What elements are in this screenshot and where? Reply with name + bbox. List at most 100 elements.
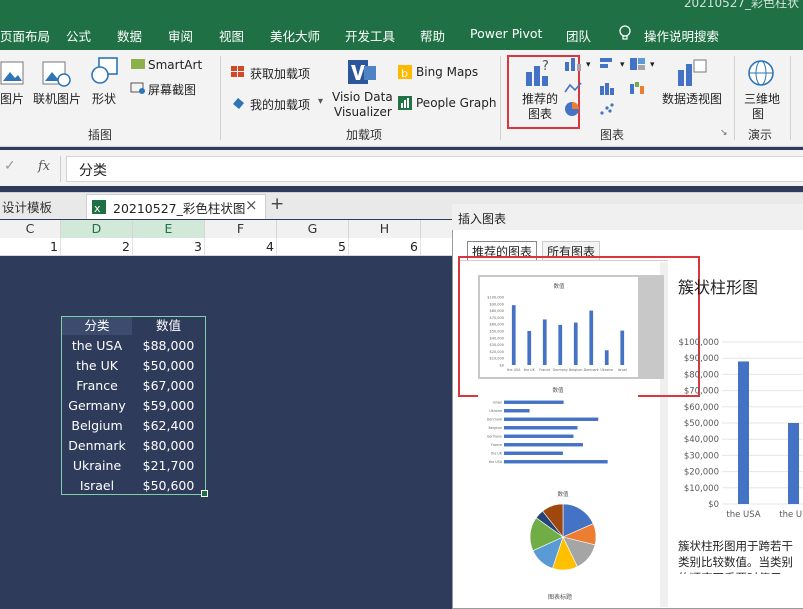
column-header-c[interactable]: C <box>0 220 61 238</box>
row-category[interactable]: Ukraine <box>61 456 133 476</box>
dialog-titlebar[interactable]: 插入图表 <box>452 204 803 230</box>
fill-handle[interactable] <box>201 490 208 497</box>
menu-review[interactable]: 审阅 <box>168 26 193 45</box>
row-category[interactable]: the USA <box>61 336 133 356</box>
table-row: France $67,000 <box>61 376 204 396</box>
online-pictures-button[interactable]: 联机图片 <box>33 90 81 107</box>
column-header-f[interactable]: F <box>205 220 277 238</box>
my-addins-dropdown-icon[interactable]: ▾ <box>318 96 323 107</box>
visio-label-line2[interactable]: Visualizer <box>334 105 392 119</box>
chart-dropdown-icon[interactable]: ▾ <box>650 60 655 70</box>
row-value[interactable]: $67,000 <box>133 376 204 396</box>
get-addins-button[interactable]: 获取加载项 <box>250 65 310 82</box>
shapes-button[interactable]: 形状 <box>92 90 116 107</box>
column-chart-icon[interactable] <box>563 56 583 72</box>
cell-c1[interactable]: 1 <box>0 238 61 255</box>
row-category[interactable]: the UK <box>61 356 133 376</box>
scatter-chart-icon[interactable] <box>598 101 618 117</box>
waterfall-chart-icon[interactable] <box>628 80 648 96</box>
file-tab-label: 20210527_彩色柱状图 <box>113 201 246 216</box>
thumb-clustered-bar[interactable]: 数值 Israel Ukraine Denmark Belgium Germany Fra… <box>478 384 638 480</box>
lightbulb-icon <box>619 25 631 40</box>
window-title: 20210527_彩色柱状 <box>683 0 799 10</box>
row-value[interactable]: $62,400 <box>133 416 204 436</box>
pie-chart-icon[interactable] <box>563 101 583 117</box>
menu-help[interactable]: 帮助 <box>420 26 445 45</box>
thumb2-y-tick: France <box>491 443 502 447</box>
preview-y-tick: $30,000 <box>684 451 719 461</box>
dialog-title: 插入图表 <box>458 212 507 226</box>
row-value[interactable]: $80,000 <box>133 436 204 456</box>
row-category[interactable]: Germany <box>61 396 133 416</box>
column-header-e[interactable]: E <box>133 220 205 238</box>
group-illustrations: 插图 <box>88 128 113 142</box>
menu-view[interactable]: 视图 <box>219 26 244 45</box>
column-header-g[interactable]: G <box>277 220 349 238</box>
check-icon[interactable]: ✓ <box>4 158 16 174</box>
cell-e1[interactable]: 3 <box>133 238 205 255</box>
row-value[interactable]: $50,600 <box>133 476 204 496</box>
statistic-chart-icon[interactable] <box>598 80 618 96</box>
tab-design-template[interactable]: 设计模板 <box>2 197 52 216</box>
bar-chart-icon[interactable] <box>598 56 618 72</box>
preview-x-tick: the UK <box>779 510 803 520</box>
menu-page-layout[interactable]: 页面布局 <box>0 26 50 45</box>
screenshot-button[interactable]: 屏幕截图 <box>148 81 196 98</box>
my-addins-button[interactable]: 我的加载项 <box>250 96 310 113</box>
thumb2-y-tick: Germany <box>487 435 502 439</box>
menu-beautify[interactable]: 美化大师 <box>270 26 320 45</box>
close-tab-icon[interactable]: × <box>245 196 258 214</box>
row-category[interactable]: France <box>61 376 133 396</box>
thumb2-bar <box>504 443 583 447</box>
row-value[interactable]: $59,000 <box>133 396 204 416</box>
3d-map-label2[interactable]: 图 <box>752 105 764 122</box>
row-category[interactable]: Israel <box>61 476 133 496</box>
thumb-title: 数值 <box>557 490 569 498</box>
visio-label-line1[interactable]: Visio Data <box>332 90 393 104</box>
chart-dropdown-icon[interactable]: ▾ <box>620 60 625 70</box>
preview-description: 簇状柱形图用于跨若干类别比较数值。当类别的顺序不重要时使用它。 <box>678 539 793 574</box>
thumb2-y-tick: the USA <box>489 460 503 464</box>
line-chart-icon[interactable] <box>563 80 583 96</box>
chart-dropdown-icon[interactable]: ▾ <box>586 60 591 70</box>
row-value[interactable]: $50,000 <box>133 356 204 376</box>
formula-input[interactable]: 分类 <box>66 156 803 182</box>
ribbon-separator <box>220 56 221 140</box>
column-header-d[interactable]: D <box>61 220 133 238</box>
tab-active-file[interactable]: x 20210527_彩色柱状图 × <box>86 194 266 219</box>
bing-maps-button[interactable]: Bing Maps <box>416 65 478 79</box>
cell-f1[interactable]: 4 <box>205 238 277 255</box>
dialog-launcher-icon[interactable]: ↘ <box>720 128 728 138</box>
menu-data[interactable]: 数据 <box>117 26 142 45</box>
row-value[interactable]: $88,000 <box>133 336 204 356</box>
row-value[interactable]: $21,700 <box>133 456 204 476</box>
preview-y-tick: $40,000 <box>684 435 719 445</box>
cell-h1[interactable]: 6 <box>349 238 421 255</box>
smartart-button[interactable]: SmartArt <box>148 58 202 72</box>
menu-team[interactable]: 团队 <box>566 26 591 45</box>
fx-icon[interactable]: fx <box>38 159 50 174</box>
tell-me-search[interactable]: 操作说明搜索 <box>644 26 719 45</box>
column-header-h[interactable]: H <box>349 220 421 238</box>
header-category[interactable]: 分类 <box>61 316 133 336</box>
menu-developer[interactable]: 开发工具 <box>345 26 395 45</box>
row-category[interactable]: Belgium <box>61 416 133 436</box>
row-category[interactable]: Denmark <box>61 436 133 456</box>
menu-formulas[interactable]: 公式 <box>66 26 91 45</box>
table-header-row: 分类 数值 <box>61 316 204 336</box>
group-charts: 图表 <box>600 128 625 142</box>
pictures-button[interactable]: 图片 <box>0 90 24 107</box>
people-graph-button[interactable]: People Graph <box>416 96 497 110</box>
thumb-pie[interactable]: 数值 <box>484 487 634 583</box>
formula-value: 分类 <box>79 163 107 179</box>
hierarchy-chart-icon[interactable] <box>628 56 648 72</box>
pivot-chart-button[interactable]: 数据透视图 <box>662 90 722 107</box>
table-row: Germany $59,000 <box>61 396 204 416</box>
cell-g1[interactable]: 5 <box>277 238 349 255</box>
menu-power-pivot[interactable]: Power Pivot <box>470 26 542 41</box>
header-value[interactable]: 数值 <box>133 316 204 336</box>
cell-d1[interactable]: 2 <box>61 238 133 255</box>
preview-y-tick: $90,000 <box>684 354 719 364</box>
add-tab-button[interactable]: + <box>270 194 284 214</box>
thumb2-bar <box>504 451 563 455</box>
